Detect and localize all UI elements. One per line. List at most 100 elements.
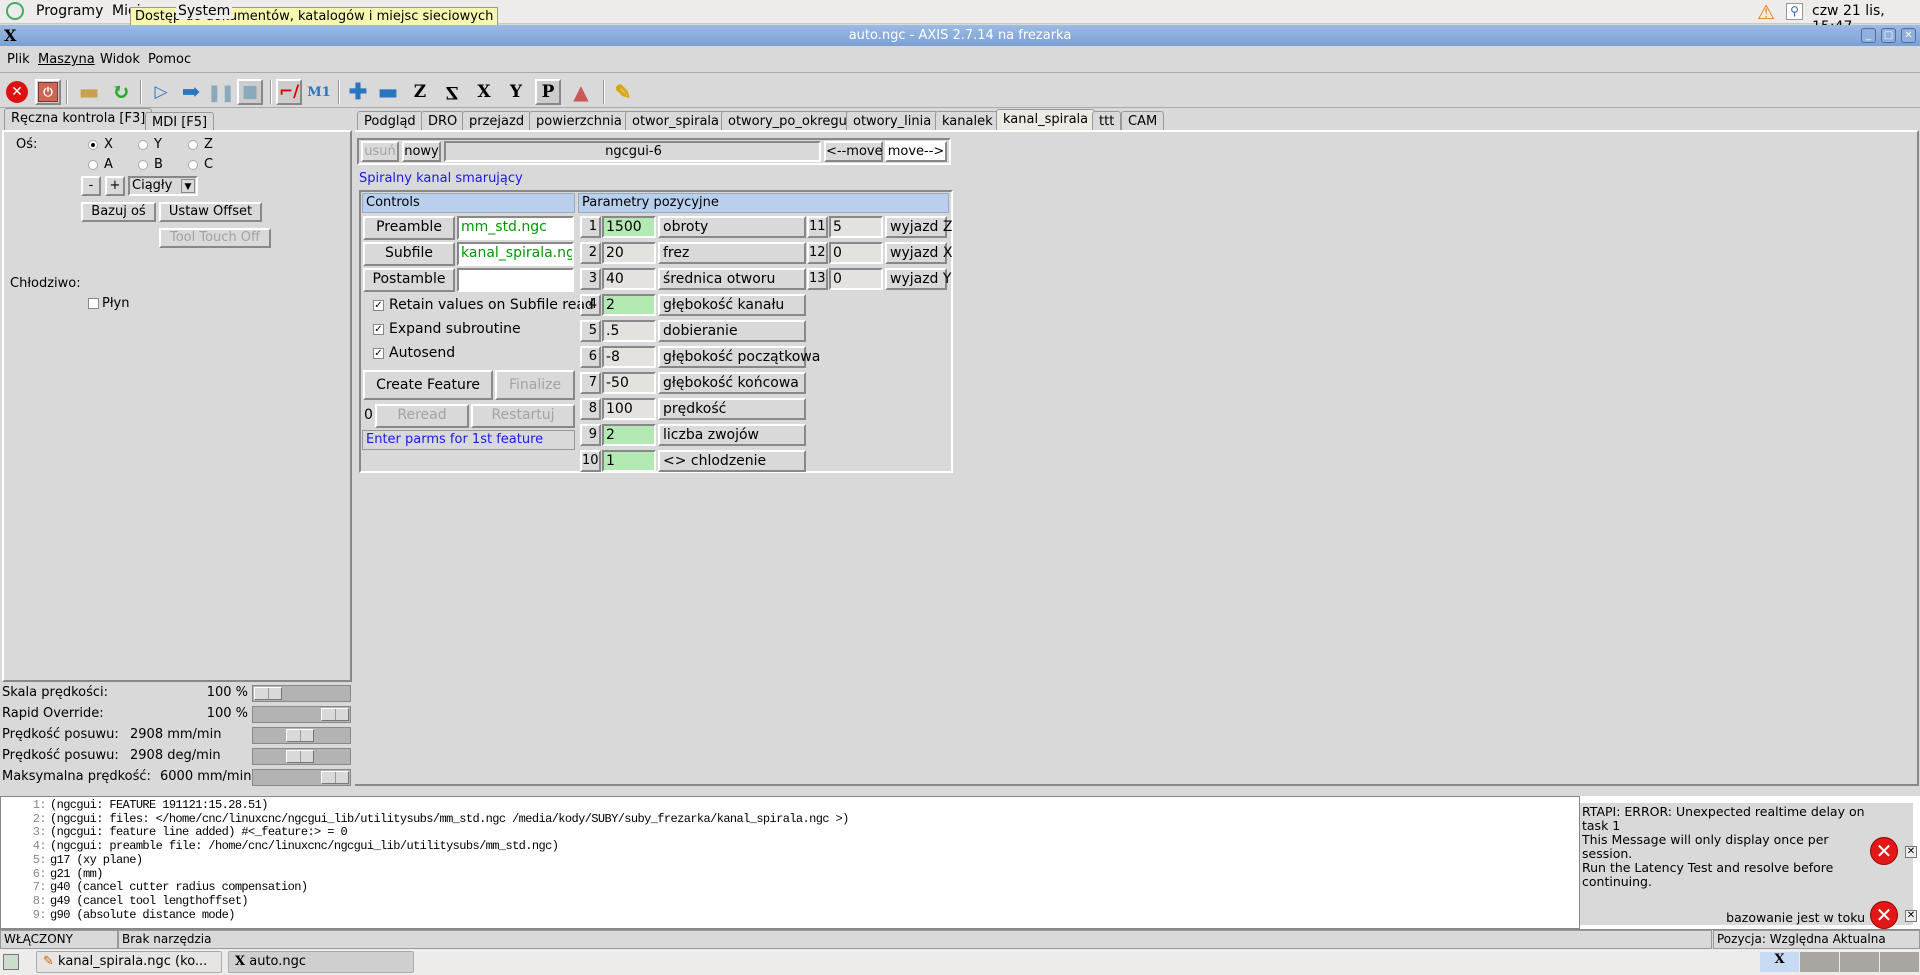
- tab-kanalek[interactable]: kanalek: [935, 111, 1000, 131]
- jog-speed-slider[interactable]: [252, 727, 351, 744]
- param-value[interactable]: 1: [602, 450, 656, 472]
- slider-thumb[interactable]: [286, 750, 315, 763]
- clear-plot-icon[interactable]: ✎: [610, 79, 636, 105]
- open-file-icon[interactable]: ▬: [76, 79, 102, 105]
- param-value[interactable]: 2: [602, 424, 656, 446]
- restart-button[interactable]: Restartuj: [471, 404, 575, 428]
- param-value[interactable]: 40: [602, 268, 656, 290]
- network-icon[interactable]: ⚲: [1786, 3, 1803, 20]
- tab-otwory-linia[interactable]: otwory_linia: [846, 111, 939, 131]
- menu-machine[interactable]: Maszyna: [38, 52, 95, 67]
- slider-thumb[interactable]: [254, 687, 282, 700]
- slider-thumb[interactable]: [321, 708, 349, 721]
- retain-values-checkbox[interactable]: ✓ Retain values on Subfile read: [373, 297, 594, 313]
- rotate-view-icon[interactable]: ▲: [568, 79, 594, 105]
- maximize-button[interactable]: □: [1881, 28, 1896, 43]
- minimize-button[interactable]: _: [1861, 28, 1876, 43]
- param-value[interactable]: .5: [602, 320, 656, 342]
- dismiss-message-button[interactable]: ✕: [1905, 846, 1917, 858]
- close-button[interactable]: ✕: [1901, 28, 1916, 43]
- workspace-2[interactable]: [1800, 952, 1839, 972]
- preamble-file-field[interactable]: mm_std.ngc: [457, 216, 574, 240]
- optional-stop-icon[interactable]: M1: [306, 79, 332, 105]
- tab-manual-control[interactable]: Ręczna kontrola [F3]: [4, 108, 153, 130]
- max-velocity-slider[interactable]: [252, 769, 351, 786]
- estop-icon[interactable]: ✕: [4, 79, 30, 105]
- jog-minus-button[interactable]: -: [81, 176, 101, 196]
- slider-thumb[interactable]: [321, 771, 349, 784]
- axis-radio-x[interactable]: X: [88, 137, 113, 152]
- subfile-file-field[interactable]: kanal_spirala.ngc: [457, 242, 574, 266]
- axis-radio-a[interactable]: A: [88, 157, 113, 172]
- zoom-out-icon[interactable]: ▬: [375, 79, 401, 105]
- tab-cam[interactable]: CAM: [1121, 111, 1165, 131]
- param-value[interactable]: 0: [829, 268, 883, 290]
- expand-subroutine-checkbox[interactable]: ✓ Expand subroutine: [373, 321, 521, 337]
- workspace-1[interactable]: X: [1760, 952, 1799, 972]
- param-value[interactable]: 0: [829, 242, 883, 264]
- tab-przejazd[interactable]: przejazd: [462, 111, 532, 131]
- block-delete-icon[interactable]: ⌐/: [276, 79, 302, 105]
- view-y-icon[interactable]: Y: [503, 79, 529, 105]
- axis-radio-b[interactable]: B: [138, 157, 163, 172]
- tab-mdi[interactable]: MDI [F5]: [145, 112, 215, 132]
- tab-ttt[interactable]: ttt: [1092, 111, 1122, 131]
- machine-power-icon[interactable]: ⏻: [35, 79, 61, 105]
- run-icon[interactable]: ▷: [148, 79, 174, 105]
- postamble-file-field[interactable]: [457, 268, 574, 292]
- axis-radio-y[interactable]: Y: [138, 137, 162, 152]
- create-feature-button[interactable]: Create Feature: [363, 370, 493, 400]
- angular-jog-speed-slider[interactable]: [252, 748, 351, 765]
- move-left-button[interactable]: <--move: [824, 141, 883, 162]
- reread-button[interactable]: Reread: [375, 404, 469, 428]
- move-right-button[interactable]: move-->: [885, 141, 947, 162]
- menu-file[interactable]: Plik: [7, 52, 30, 67]
- tab-otwory-po-okregu[interactable]: otwory_po_okregu: [721, 111, 854, 131]
- param-value[interactable]: 5: [829, 216, 883, 238]
- param-value[interactable]: 100: [602, 398, 656, 420]
- tab-podgląd[interactable]: Podgląd: [357, 111, 423, 131]
- step-icon[interactable]: ➡: [178, 79, 204, 105]
- set-offset-button[interactable]: Ustaw Offset: [159, 202, 262, 222]
- gcode-console[interactable]: 1: (ngcgui: FEATURE 191121:15.28.51) 2: (ng…: [0, 796, 1580, 929]
- param-value[interactable]: 20: [602, 242, 656, 264]
- param-value[interactable]: -50: [602, 372, 656, 394]
- window-titlebar[interactable]: X auto.ngc - AXIS 2.7.14 na frezarka _ □…: [0, 25, 1920, 46]
- reload-icon[interactable]: ↻: [108, 79, 134, 105]
- view-z-icon[interactable]: Z: [407, 79, 433, 105]
- tool-touch-off-button[interactable]: Tool Touch Off: [159, 228, 271, 248]
- feed-override-slider[interactable]: [252, 685, 351, 702]
- workspace-3[interactable]: [1840, 952, 1879, 972]
- tab-kanal-spirala[interactable]: kanal_spirala: [996, 109, 1096, 131]
- finalize-button[interactable]: Finalize: [495, 370, 575, 400]
- param-value[interactable]: 1500: [602, 216, 656, 238]
- param-value[interactable]: -8: [602, 346, 656, 368]
- warning-icon[interactable]: ⚠: [1757, 2, 1775, 22]
- workspace-4[interactable]: [1880, 952, 1919, 972]
- pause-icon[interactable]: ❚❚: [208, 79, 235, 105]
- preamble-button[interactable]: Preamble: [363, 216, 455, 240]
- rapid-override-slider[interactable]: [252, 706, 351, 723]
- remove-page-button[interactable]: usuń: [361, 141, 399, 162]
- show-desktop-icon[interactable]: [3, 954, 19, 970]
- new-page-button[interactable]: nowy: [402, 141, 441, 162]
- menu-view[interactable]: Widok: [100, 52, 140, 67]
- param-value[interactable]: 2: [602, 294, 656, 316]
- autosend-checkbox[interactable]: ✓ Autosend: [373, 345, 455, 361]
- tab-dro[interactable]: DRO: [421, 111, 465, 131]
- page-name-field[interactable]: ngcgui-6: [444, 141, 821, 162]
- task-auto-ngc[interactable]: X auto.ngc: [228, 951, 414, 973]
- view-x-icon[interactable]: X: [471, 79, 497, 105]
- dismiss-message-button[interactable]: ✕: [1905, 910, 1917, 922]
- menu-programs[interactable]: Programy: [36, 3, 103, 19]
- home-axis-button[interactable]: Bazuj oś: [81, 202, 156, 222]
- menu-system[interactable]: System: [176, 3, 233, 19]
- jog-plus-button[interactable]: +: [105, 176, 125, 196]
- tab-otwor-spirala[interactable]: otwor_spirala: [625, 111, 727, 131]
- stop-icon[interactable]: ■: [237, 79, 263, 105]
- subfile-button[interactable]: Subfile: [363, 242, 455, 266]
- menu-help[interactable]: Pomoc: [148, 52, 191, 67]
- view-p-icon[interactable]: P: [535, 79, 561, 105]
- jog-mode-select[interactable]: Ciągły ▼: [128, 176, 198, 196]
- zoom-in-icon[interactable]: ✚: [345, 79, 371, 105]
